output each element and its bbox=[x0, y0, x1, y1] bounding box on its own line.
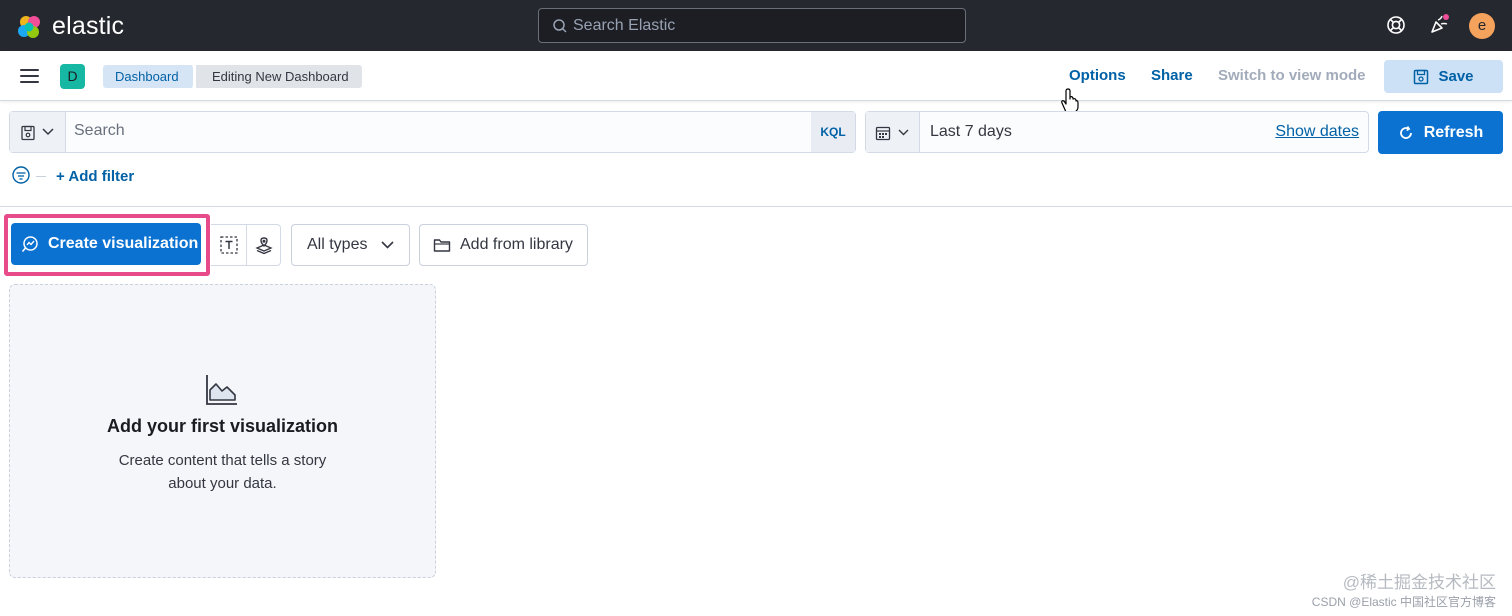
elastic-logo-icon bbox=[18, 15, 40, 38]
chevron-down-icon bbox=[42, 128, 54, 136]
empty-dashboard-panel: Add your first visualization Create cont… bbox=[9, 284, 436, 578]
refresh-icon bbox=[1399, 125, 1412, 139]
watermark-line-2: CSDN @Elastic 中国社区官方博客 bbox=[1311, 595, 1496, 609]
quick-date-menu[interactable] bbox=[866, 112, 920, 152]
query-search-input[interactable] bbox=[74, 122, 774, 140]
app-nav-bar: D Dashboard Editing New Dashboard Option… bbox=[0, 51, 1512, 113]
user-avatar[interactable]: e bbox=[1469, 13, 1495, 39]
empty-panel-description: Create content that tells a story about … bbox=[118, 452, 327, 492]
global-header: elastic e bbox=[0, 0, 1512, 51]
calendar-icon bbox=[875, 126, 891, 141]
date-range-label[interactable]: Last 7 days bbox=[930, 123, 1012, 141]
quick-add-buttons bbox=[211, 224, 281, 266]
filter-separator bbox=[36, 175, 46, 177]
all-types-dropdown[interactable]: All types bbox=[291, 224, 410, 266]
space-avatar[interactable]: D bbox=[60, 64, 85, 89]
saved-query-menu[interactable] bbox=[10, 112, 66, 152]
share-link[interactable]: Share bbox=[1151, 67, 1193, 84]
breadcrumb-current: Editing New Dashboard bbox=[196, 65, 362, 88]
empty-panel-title: Add your first visualization bbox=[106, 416, 339, 436]
global-search-input[interactable] bbox=[573, 16, 953, 35]
save-label: Save bbox=[1438, 68, 1474, 85]
news-feed-icon[interactable] bbox=[1428, 14, 1450, 36]
save-button[interactable]: Save bbox=[1384, 60, 1503, 93]
create-visualization-label: Create visualization bbox=[48, 235, 199, 252]
query-bar: KQL bbox=[9, 111, 856, 153]
filter-menu[interactable] bbox=[12, 166, 46, 186]
section-divider bbox=[0, 206, 1512, 207]
help-icon[interactable] bbox=[1385, 14, 1407, 36]
chevron-down-icon bbox=[381, 241, 395, 249]
text-icon bbox=[219, 236, 238, 254]
save-icon bbox=[1414, 69, 1429, 84]
folder-icon bbox=[433, 239, 451, 252]
breadcrumb-dashboard[interactable]: Dashboard bbox=[103, 65, 193, 88]
add-text-button[interactable] bbox=[211, 225, 246, 265]
options-link[interactable]: Options bbox=[1069, 67, 1126, 84]
switch-view-mode-link[interactable]: Switch to view mode bbox=[1218, 67, 1366, 84]
all-types-label: All types bbox=[307, 236, 368, 253]
watermark: @稀土掘金技术社区 CSDN @Elastic 中国社区官方博客 bbox=[1312, 573, 1496, 610]
maps-icon bbox=[255, 237, 273, 255]
date-picker: Last 7 days Show dates bbox=[865, 111, 1369, 153]
area-chart-icon bbox=[206, 375, 237, 405]
menu-toggle-icon[interactable] bbox=[20, 69, 39, 83]
refresh-button[interactable]: Refresh bbox=[1378, 111, 1503, 154]
logo-text: elastic bbox=[52, 12, 125, 40]
query-language-toggle[interactable]: KQL bbox=[811, 112, 855, 152]
chevron-down-icon bbox=[898, 129, 909, 136]
visualize-app-icon bbox=[21, 236, 38, 253]
watermark-line-1: @稀土掘金技术社区 bbox=[1342, 573, 1496, 592]
refresh-label: Refresh bbox=[1423, 123, 1484, 141]
filter-icon[interactable] bbox=[12, 166, 32, 186]
show-dates-link[interactable]: Show dates bbox=[1275, 123, 1359, 141]
add-maps-button[interactable] bbox=[246, 225, 281, 265]
add-filter-button[interactable]: + Add filter bbox=[56, 168, 134, 185]
add-from-library-label: Add from library bbox=[460, 236, 573, 253]
create-visualization-button[interactable]: Create visualization bbox=[11, 223, 201, 265]
add-from-library-button[interactable]: Add from library bbox=[419, 224, 588, 266]
global-search[interactable] bbox=[538, 8, 966, 43]
elastic-logo[interactable]: elastic bbox=[16, 12, 124, 41]
search-icon bbox=[553, 18, 567, 33]
saved-query-icon bbox=[21, 125, 35, 141]
